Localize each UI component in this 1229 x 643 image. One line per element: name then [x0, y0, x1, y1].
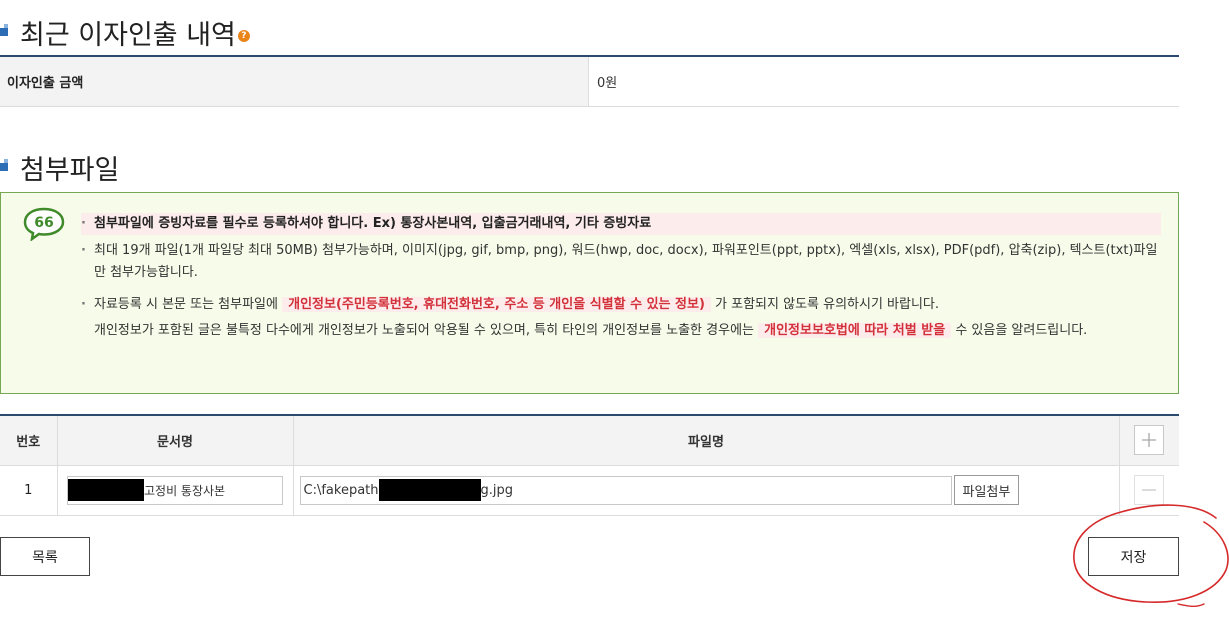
- page: 최근 이자인출 내역 ? 이자인출 금액 0원 첨부파일 66 첨부파일에 증빙…: [0, 0, 1229, 643]
- remove-row-button[interactable]: [1134, 475, 1165, 505]
- header-file: 파일명: [293, 415, 1120, 466]
- table-row: 1 고정비 통장사본 C:\fakepath g.jpg 파일첨부: [0, 465, 1179, 516]
- notice-item-limits: 최대 19개 파일(1개 파일당 최대 50MB) 첨부가능하며, 이미지(jp…: [81, 240, 1161, 284]
- row-no: 1: [0, 465, 58, 516]
- redacted-block: [378, 479, 481, 501]
- speech-bubble-quote-icon: 66: [23, 207, 65, 241]
- notice-list: 첨부파일에 증빙자료를 필수로 등록하셔야 합니다. Ex) 통장사본내역, 입…: [81, 213, 1161, 344]
- privacy-highlight: 개인정보(주민등록번호, 휴대전화번호, 주소 등 개인을 식별할 수 있는 정…: [282, 297, 711, 312]
- doc-name-input[interactable]: 고정비 통장사본: [67, 475, 283, 505]
- files-table: 번호 문서명 파일명 1 고정비 통장사본 C:\fakepath g.jpg …: [0, 414, 1179, 516]
- notice-item-required: 첨부파일에 증빙자료를 필수로 등록하셔야 합니다. Ex) 통장사본내역, 입…: [81, 213, 1161, 235]
- interest-table: 이자인출 금액 0원: [0, 55, 1179, 107]
- files-table-header: 번호 문서명 파일명: [0, 415, 1179, 466]
- add-row-button[interactable]: [1134, 425, 1165, 456]
- penalty-highlight: 개인정보보호법에 따라 처벌 받을: [758, 323, 952, 338]
- interest-amount-label: 이자인출 금액: [0, 57, 589, 106]
- notice-item-privacy: 자료등록 시 본문 또는 첨부파일에 개인정보(주민등록번호, 휴대전화번호, …: [81, 292, 1161, 344]
- file-path-suffix: g.jpg: [480, 482, 514, 498]
- plus-icon: [1142, 433, 1157, 448]
- svg-text:66: 66: [34, 215, 53, 231]
- file-path-prefix: C:\fakepath: [303, 482, 379, 498]
- header-action: [1119, 415, 1179, 466]
- save-button[interactable]: 저장: [1088, 537, 1179, 576]
- list-button[interactable]: 목록: [0, 537, 90, 576]
- header-doc: 문서명: [57, 415, 294, 466]
- header-no: 번호: [0, 415, 58, 466]
- doc-name-cell: 고정비 통장사본: [57, 465, 294, 516]
- interest-section-title: 최근 이자인출 내역 ?: [0, 14, 250, 51]
- attach-file-button[interactable]: 파일첨부: [953, 475, 1020, 505]
- title-bullet-icon: [0, 24, 12, 36]
- attach-section-title: 첨부파일: [0, 149, 120, 186]
- title-bullet-icon: [0, 159, 12, 171]
- interest-title-text: 최근 이자인출 내역: [20, 19, 236, 51]
- redacted-block: [68, 479, 144, 501]
- row-action-cell: [1119, 465, 1179, 516]
- doc-name-text: 고정비 통장사본: [144, 483, 226, 498]
- attach-title-text: 첨부파일: [20, 154, 120, 186]
- file-cell: C:\fakepath g.jpg 파일첨부: [293, 465, 1120, 516]
- notice-box: 66 첨부파일에 증빙자료를 필수로 등록하셔야 합니다. Ex) 통장사본내역…: [0, 192, 1179, 394]
- file-path-input[interactable]: C:\fakepath g.jpg: [299, 475, 952, 505]
- minus-icon: [1142, 489, 1157, 491]
- question-circle-icon[interactable]: ?: [237, 30, 250, 42]
- interest-amount-value: 0원: [597, 76, 618, 91]
